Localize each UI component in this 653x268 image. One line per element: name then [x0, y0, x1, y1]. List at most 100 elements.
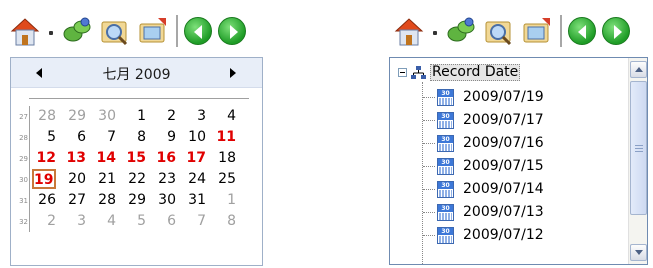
next-icon[interactable]	[602, 17, 630, 45]
next-month-button[interactable]	[226, 64, 240, 82]
calendar-day[interactable]: 18	[212, 149, 236, 167]
calendar-day[interactable]: 4	[92, 212, 116, 230]
calendar-day[interactable]: 1	[212, 191, 236, 209]
tree-branch-line	[423, 235, 435, 236]
vertical-scrollbar[interactable]	[628, 58, 647, 264]
connect-icon[interactable]	[60, 14, 94, 48]
calendar-date-icon-text: 30	[438, 228, 453, 235]
tree-root-label[interactable]: Record Date	[430, 64, 521, 81]
calendar-day[interactable]: 7	[92, 128, 116, 146]
record-tree-panel: Record Date 30 2009/07/19 30 2009/07/17 30 20…	[384, 0, 653, 268]
calendar-day[interactable]: 30	[92, 107, 116, 125]
prev-icon[interactable]	[184, 17, 212, 45]
home-icon[interactable]	[8, 14, 42, 48]
calendar-day[interactable]: 25	[212, 170, 236, 188]
calendar-day[interactable]: 7	[182, 212, 206, 230]
tree-branch-line	[423, 212, 435, 213]
calendar-day[interactable]: 30	[152, 191, 176, 209]
tree-date-item[interactable]: 30 2009/07/15	[423, 155, 623, 179]
prev-icon[interactable]	[568, 17, 596, 45]
calendar-day[interactable]: 10	[182, 128, 206, 146]
search-icon[interactable]	[98, 14, 132, 48]
calendar-date-icon-grid	[439, 213, 452, 220]
tree-date-item[interactable]: 30 2009/07/12	[423, 224, 623, 248]
dropdown-dot-icon[interactable]	[46, 14, 56, 48]
tree-date-item[interactable]: 30 2009/07/17	[423, 109, 623, 133]
calendar-day[interactable]: 24	[182, 170, 206, 188]
calendar-date-icon: 30	[437, 89, 454, 106]
calendar-day[interactable]: 21	[92, 170, 116, 188]
calendar-day[interactable]: 16	[152, 149, 176, 167]
tree-branch-line	[423, 166, 435, 167]
calendar-date-icon-text: 30	[438, 113, 453, 120]
tree-branch-line	[423, 143, 435, 144]
calendar-week-row: 32 2 3 4 5 6 7 8	[19, 211, 249, 232]
calendar-grid: 27 28 29 30 1 2 3 4 28 5 6 7 8 9 10 11 29 12 13 14 15 16 17 18 3…	[19, 106, 249, 232]
search-icon[interactable]	[482, 14, 516, 48]
record-date-tree[interactable]: Record Date 30 2009/07/19 30 2009/07/17 30 20…	[389, 57, 648, 265]
calendar-day[interactable]: 6	[152, 212, 176, 230]
calendar-day[interactable]: 29	[122, 191, 146, 209]
calendar-day[interactable]: 28	[32, 107, 56, 125]
calendar-day[interactable]: 6	[62, 128, 86, 146]
calendar-day[interactable]: 29	[62, 107, 86, 125]
playback-icon[interactable]	[136, 14, 170, 48]
collapse-toggle-icon[interactable]	[398, 68, 407, 77]
week-number: 31	[19, 197, 28, 205]
calendar-day[interactable]: 11	[212, 128, 236, 146]
toolbar-divider	[176, 15, 178, 47]
scroll-thumb[interactable]	[630, 81, 647, 215]
scroll-down-button[interactable]	[630, 244, 647, 261]
calendar-day[interactable]: 15	[122, 149, 146, 167]
tree-item-label: 2009/07/14	[463, 181, 544, 197]
calendar-day[interactable]: 13	[62, 149, 86, 167]
calendar-header: 七月 2009	[11, 58, 262, 88]
calendar-day[interactable]: 14	[92, 149, 116, 167]
tree-date-item[interactable]: 30 2009/07/13	[423, 201, 623, 225]
tree-date-item[interactable]: 30 2009/07/16	[423, 132, 623, 156]
calendar-date-icon: 30	[437, 227, 454, 244]
calendar-date-icon-grid	[439, 144, 452, 151]
calendar-day[interactable]: 3	[62, 212, 86, 230]
home-icon[interactable]	[392, 14, 426, 48]
calendar-day[interactable]: 28	[92, 191, 116, 209]
calendar-day[interactable]: 8	[212, 212, 236, 230]
calendar-day[interactable]: 22	[122, 170, 146, 188]
calendar-week-row: 27 28 29 30 1 2 3 4	[19, 106, 249, 127]
calendar-day[interactable]: 20	[62, 170, 86, 188]
calendar-date-icon-text: 30	[438, 90, 453, 97]
calendar-date-icon-grid	[439, 190, 452, 197]
calendar-day[interactable]: 26	[32, 191, 56, 209]
calendar-day[interactable]: 5	[122, 212, 146, 230]
calendar-day[interactable]: 2	[152, 107, 176, 125]
calendar-day[interactable]: 2	[32, 212, 56, 230]
calendar-date-icon-text: 30	[438, 205, 453, 212]
calendar-day[interactable]: 8	[122, 128, 146, 146]
calendar-day[interactable]: 4	[212, 107, 236, 125]
calendar-date-icon: 30	[437, 135, 454, 152]
calendar-top-rule	[29, 98, 249, 99]
tree-date-item[interactable]: 30 2009/07/14	[423, 178, 623, 202]
playback-icon[interactable]	[520, 14, 554, 48]
connect-icon[interactable]	[444, 14, 478, 48]
scroll-grip-icon	[635, 145, 643, 152]
tree-date-item[interactable]: 30 2009/07/19	[423, 86, 623, 110]
calendar-day[interactable]: 3	[182, 107, 206, 125]
calendar-date-icon-text: 30	[438, 182, 453, 189]
calendar-day[interactable]: 17	[182, 149, 206, 167]
calendar-day[interactable]: 27	[62, 191, 86, 209]
calendar-day[interactable]: 23	[152, 170, 176, 188]
calendar-day[interactable]: 5	[32, 128, 56, 146]
calendar-day[interactable]: 9	[152, 128, 176, 146]
calendar-date-icon: 30	[437, 158, 454, 175]
calendar-date-icon-grid	[439, 98, 452, 105]
dropdown-dot-icon[interactable]	[430, 14, 440, 48]
calendar-day[interactable]: 12	[32, 149, 56, 167]
next-icon[interactable]	[218, 17, 246, 45]
week-number: 29	[19, 155, 28, 163]
calendar-date-icon-grid	[439, 167, 452, 174]
calendar-day-today[interactable]: 19	[32, 169, 56, 189]
calendar-day[interactable]: 31	[182, 191, 206, 209]
scroll-up-button[interactable]	[630, 61, 647, 78]
calendar-day[interactable]: 1	[122, 107, 146, 125]
